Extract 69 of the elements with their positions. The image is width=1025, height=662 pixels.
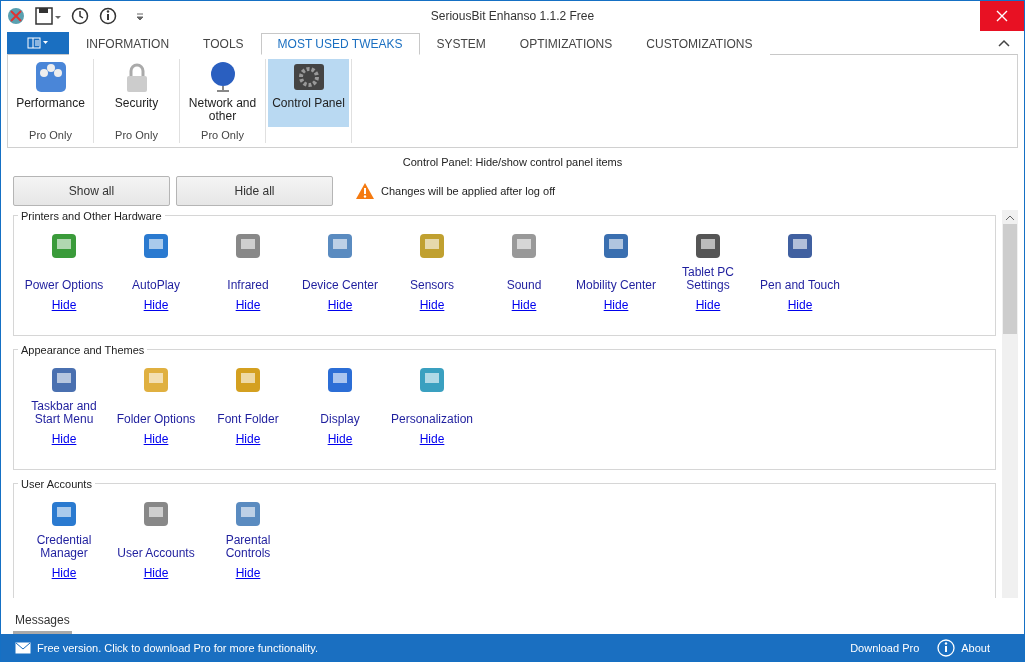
show-all-button[interactable]: Show all — [13, 175, 170, 206]
hide-link[interactable]: Hide — [787, 297, 813, 312]
customize-dropdown-icon[interactable] — [135, 11, 145, 22]
item-label: User Accounts — [117, 544, 195, 560]
hide-link[interactable]: Hide — [695, 297, 721, 312]
scrollbar[interactable] — [1002, 209, 1018, 599]
close-icon — [996, 10, 1008, 22]
hide-link[interactable]: Hide — [51, 297, 77, 312]
item-label: Pen and Touch — [760, 276, 840, 292]
ribbon-button[interactable]: Network and other — [183, 58, 262, 127]
about-link[interactable]: About — [961, 641, 990, 654]
group-title: User Accounts — [20, 477, 93, 490]
scrollbar-thumb[interactable] — [1003, 223, 1017, 334]
warning-icon — [355, 181, 375, 200]
item-label: Personalization — [390, 410, 474, 426]
hide-link[interactable]: Hide — [603, 297, 629, 312]
item-label: AutoPlay — [132, 276, 180, 292]
envelope-icon — [15, 641, 31, 654]
item-label: Display — [320, 410, 360, 426]
gauges-icon — [34, 60, 67, 93]
item-label: Font Folder — [217, 410, 279, 426]
scroll-up-icon[interactable] — [1005, 213, 1015, 222]
download-pro-link[interactable]: Download Pro — [850, 641, 920, 654]
group-title: Printers and Other Hardware — [20, 209, 163, 222]
hide-link[interactable]: Hide — [51, 565, 77, 580]
item-label: Parental Controls — [224, 531, 272, 560]
item-label: Sound — [506, 276, 542, 292]
item-label: Folder Options — [116, 410, 196, 426]
hide-link[interactable]: Hide — [419, 431, 445, 446]
warning-text: Changes will be applied after log off — [381, 184, 556, 197]
hide-link[interactable]: Hide — [143, 565, 169, 580]
item-label: Sensors — [410, 276, 454, 292]
group-title: Appearance and Themes — [20, 343, 146, 356]
item-label: Infrared — [227, 276, 269, 292]
hide-link[interactable]: Hide — [235, 431, 261, 446]
hide-link[interactable]: Hide — [143, 431, 169, 446]
info-icon[interactable] — [99, 7, 117, 26]
hide-link[interactable]: Hide — [235, 565, 261, 580]
item-label: Mobility Center — [576, 276, 656, 292]
app-logo-icon — [7, 7, 25, 26]
section-caption: Control Panel: Hide/show control panel items — [401, 155, 624, 168]
pro-only-label: Pro Only — [29, 128, 72, 141]
item-label: Taskbar and Start Menu — [30, 397, 98, 426]
pro-only-label: Pro Only — [115, 128, 158, 141]
item-label: Power Options — [24, 276, 104, 292]
history-icon[interactable] — [71, 7, 89, 26]
info-icon — [937, 638, 956, 657]
hide-link[interactable]: Hide — [327, 297, 353, 312]
hide-link[interactable]: Hide — [327, 431, 353, 446]
ribbon-button[interactable]: Security — [97, 58, 176, 127]
pro-only-label: Pro Only — [201, 128, 244, 141]
status-message[interactable]: Free version. Click to download Pro for more functionality. — [37, 641, 319, 654]
save-icon[interactable] — [35, 7, 61, 26]
ribbon-button[interactable]: Control Panel — [268, 58, 349, 127]
hide-link[interactable]: Hide — [419, 297, 445, 312]
hide-link[interactable]: Hide — [51, 431, 77, 446]
item-label: Tablet PC Settings — [681, 263, 735, 292]
item-label: Credential Manager — [35, 531, 93, 560]
panel-menu-icon — [27, 36, 49, 49]
collapse-ribbon-icon[interactable] — [998, 37, 1010, 48]
hide-link[interactable]: Hide — [143, 297, 169, 312]
ribbon-button[interactable]: Performance — [11, 58, 90, 127]
hide-all-button[interactable]: Hide all — [176, 175, 333, 206]
window-title: SeriousBit Enhanso 1.1.2 Free — [430, 9, 595, 24]
ribbon-tab[interactable]: MOST USED TWEAKS — [260, 32, 420, 55]
item-label: Device Center — [302, 276, 378, 292]
hide-link[interactable]: Hide — [511, 297, 537, 312]
hide-link[interactable]: Hide — [235, 297, 261, 312]
menu-button[interactable] — [7, 31, 69, 54]
